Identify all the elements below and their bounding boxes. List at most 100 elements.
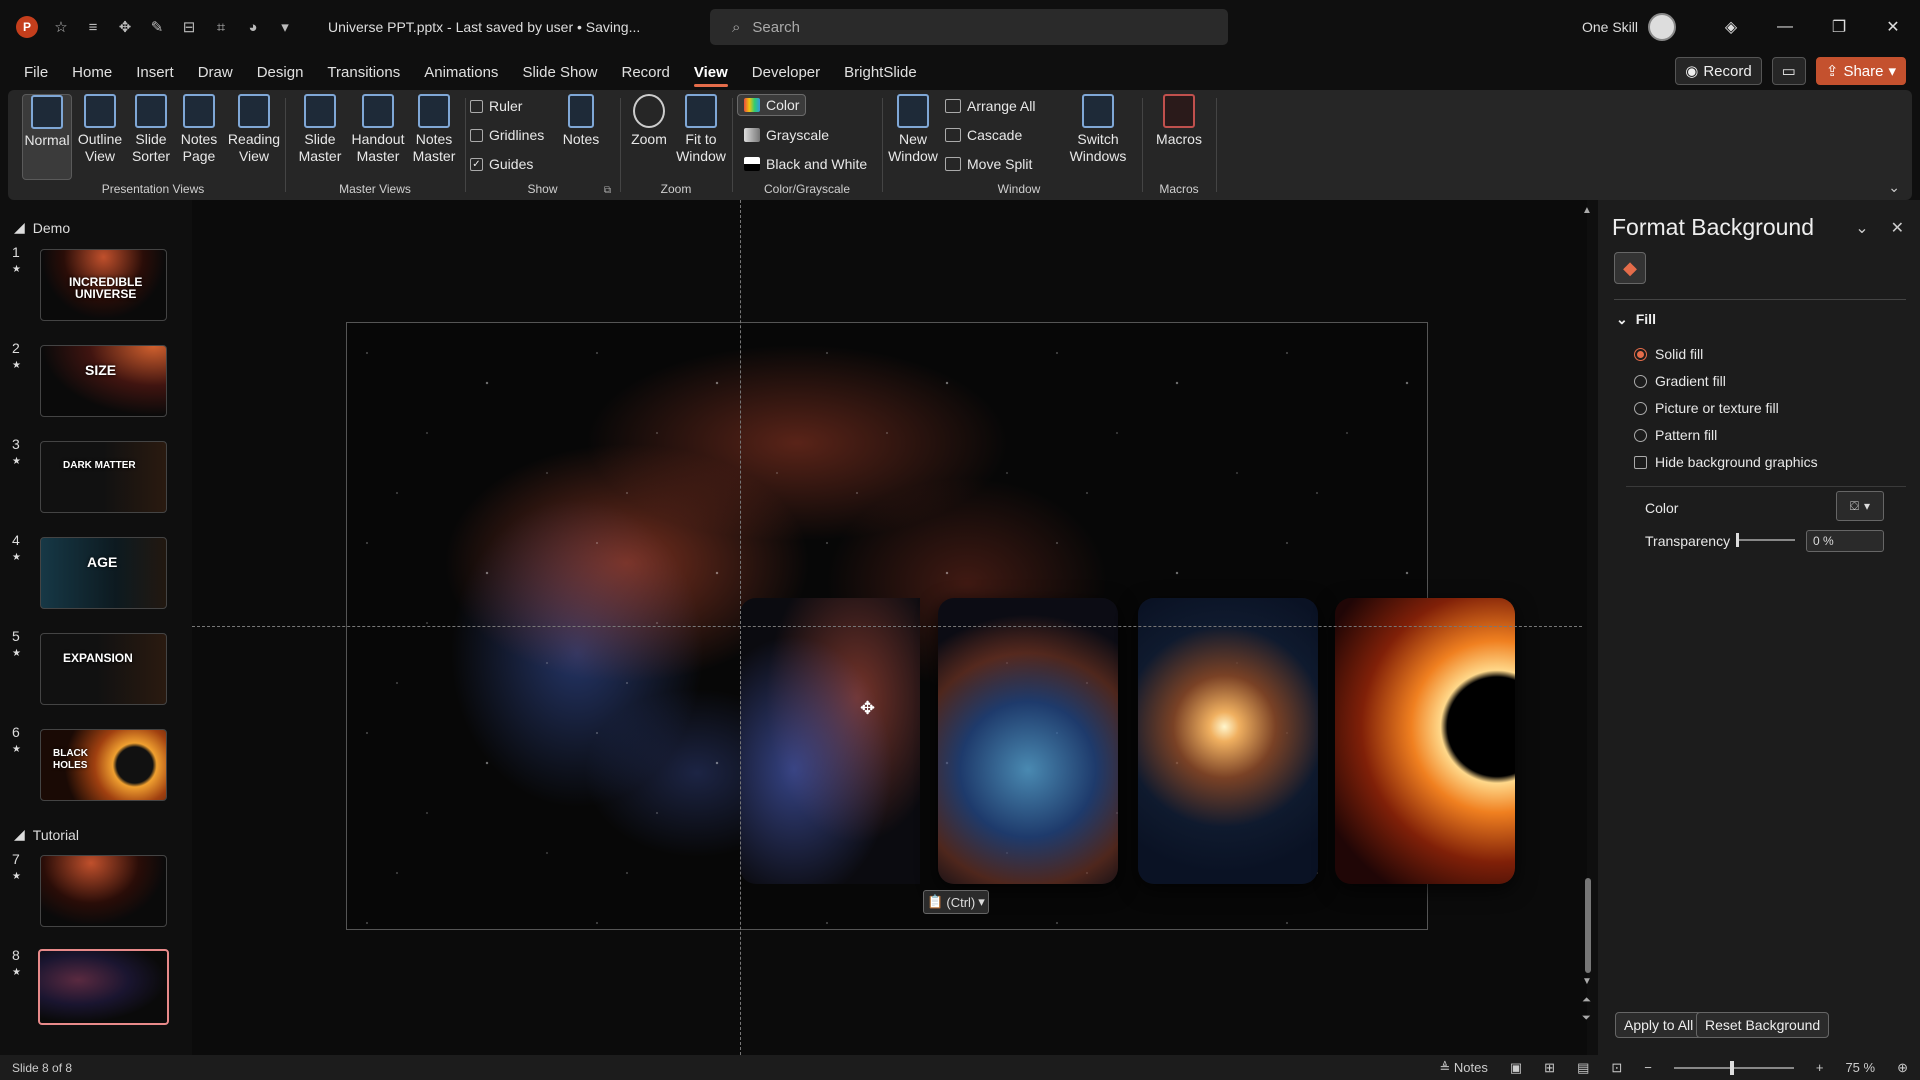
- fit-to-window-button[interactable]: Fit to Window: [673, 94, 729, 165]
- vertical-guide[interactable]: [740, 200, 741, 1055]
- outline-view-button[interactable]: Outline View: [76, 94, 124, 165]
- color-picker-dropdown[interactable]: ⛋ ▾: [1836, 491, 1884, 521]
- notes-master-button[interactable]: Notes Master: [408, 94, 460, 165]
- black-and-white-button[interactable]: Black and White: [744, 156, 867, 172]
- slide-thumbnail[interactable]: DARK MATTER: [40, 441, 167, 513]
- customize-qat-icon[interactable]: ▾: [276, 18, 294, 36]
- transparency-slider[interactable]: [1737, 539, 1795, 541]
- tab-record[interactable]: Record: [609, 54, 681, 90]
- shapes-icon[interactable]: ◕: [244, 18, 262, 36]
- reset-background-button[interactable]: Reset Background: [1696, 1012, 1830, 1038]
- avatar[interactable]: [1648, 13, 1676, 41]
- scrollbar-thumb[interactable]: [1585, 878, 1591, 973]
- new-window-button[interactable]: New Window: [887, 94, 939, 165]
- reading-view-icon[interactable]: ▤: [1577, 1060, 1589, 1076]
- slide-thumbnail[interactable]: EXPANSION: [40, 633, 167, 705]
- reading-view-button[interactable]: Reading View: [226, 94, 282, 165]
- slider-knob[interactable]: [1736, 533, 1739, 547]
- move-icon[interactable]: ✥: [116, 18, 134, 36]
- zoom-button[interactable]: Zoom: [627, 94, 671, 148]
- fill-section-header[interactable]: ⌄ Fill: [1616, 311, 1656, 328]
- slide-thumbnail[interactable]: INCREDIBLE UNIVERSE: [40, 249, 167, 321]
- tab-transitions[interactable]: Transitions: [315, 54, 412, 90]
- tab-file[interactable]: File: [12, 54, 60, 90]
- diamond-icon[interactable]: ◈: [1704, 0, 1758, 54]
- fit-slide-icon[interactable]: ⊕: [1897, 1060, 1908, 1076]
- section-header-demo[interactable]: ◢ Demo: [14, 219, 70, 236]
- tab-developer[interactable]: Developer: [740, 54, 832, 90]
- black-hole-image[interactable]: [1335, 598, 1515, 884]
- slideshow-icon[interactable]: ⊡: [1611, 1060, 1622, 1076]
- apply-to-all-button[interactable]: Apply to All: [1615, 1012, 1703, 1038]
- slide-thumbnail[interactable]: BLACK HOLES: [40, 729, 167, 801]
- zoom-level[interactable]: 75 %: [1845, 1060, 1875, 1075]
- list-icon[interactable]: ≡: [84, 18, 102, 36]
- move-split-button[interactable]: Move Split: [945, 156, 1032, 172]
- normal-view-icon[interactable]: ▣: [1510, 1060, 1522, 1076]
- ruler-checkbox[interactable]: Ruler: [470, 98, 522, 114]
- galaxy-image[interactable]: [1138, 598, 1318, 884]
- scroll-down-icon[interactable]: ▼: [1582, 976, 1592, 987]
- zoom-out-icon[interactable]: −: [1644, 1060, 1652, 1075]
- collapse-ribbon-icon[interactable]: ⌄: [1888, 179, 1900, 196]
- user-name[interactable]: One Skill: [1582, 19, 1638, 35]
- maximize-button[interactable]: ❐: [1812, 0, 1866, 54]
- dialog-launcher-icon[interactable]: ⧉: [604, 185, 611, 196]
- close-icon[interactable]: ✕: [1891, 218, 1904, 238]
- notes-toggle[interactable]: ≜ Notes: [1439, 1060, 1487, 1076]
- section-header-tutorial[interactable]: ◢ Tutorial: [14, 826, 79, 843]
- gridlines-checkbox[interactable]: Gridlines: [470, 127, 544, 143]
- normal-view-button[interactable]: Normal: [22, 94, 72, 180]
- pen-icon[interactable]: ✎: [148, 18, 166, 36]
- macros-button[interactable]: Macros: [1151, 94, 1207, 148]
- tab-animations[interactable]: Animations: [412, 54, 510, 90]
- slide-thumbnail[interactable]: [40, 855, 167, 927]
- tab-insert[interactable]: Insert: [124, 54, 186, 90]
- tab-draw[interactable]: Draw: [186, 54, 245, 90]
- pattern-fill-radio[interactable]: Pattern fill: [1634, 427, 1717, 443]
- align-icon[interactable]: ⊟: [180, 18, 198, 36]
- color-button[interactable]: Color: [737, 94, 807, 116]
- handout-master-button[interactable]: Handout Master: [350, 94, 406, 165]
- minimize-button[interactable]: —: [1758, 0, 1812, 54]
- slide-sorter-icon[interactable]: ⊞: [1544, 1060, 1555, 1076]
- tab-slide-show[interactable]: Slide Show: [510, 54, 609, 90]
- grayscale-button[interactable]: Grayscale: [744, 127, 829, 143]
- picture-texture-fill-radio[interactable]: Picture or texture fill: [1634, 400, 1779, 416]
- transparency-input[interactable]: 0 %: [1806, 530, 1884, 552]
- autosave-icon[interactable]: ☆: [52, 18, 70, 36]
- paste-options-button[interactable]: 📋 (Ctrl) ▾: [923, 890, 989, 914]
- chevron-down-icon[interactable]: ⌄: [1855, 218, 1868, 238]
- slide-thumbnail[interactable]: AGE: [40, 537, 167, 609]
- gradient-fill-radio[interactable]: Gradient fill: [1634, 373, 1726, 389]
- tab-brightslide[interactable]: BrightSlide: [832, 54, 929, 90]
- slide-thumbnail[interactable]: SIZE: [40, 345, 167, 417]
- comments-button[interactable]: ▭: [1771, 57, 1806, 85]
- cascade-button[interactable]: Cascade: [945, 127, 1022, 143]
- switch-windows-button[interactable]: Switch Windows: [1063, 94, 1133, 165]
- notes-button[interactable]: Notes: [560, 94, 602, 148]
- slide-sorter-button[interactable]: Slide Sorter: [128, 94, 174, 165]
- slide-thumbnail-selected[interactable]: [38, 949, 169, 1025]
- document-title[interactable]: Universe PPT.pptx - Last saved by user •…: [328, 19, 640, 35]
- fill-tab-button[interactable]: ◆: [1614, 252, 1646, 284]
- scroll-up-icon[interactable]: ▲: [1582, 205, 1592, 216]
- tab-home[interactable]: Home: [60, 54, 124, 90]
- guides-checkbox[interactable]: ✓ Guides: [470, 156, 533, 172]
- slide-master-button[interactable]: Slide Master: [294, 94, 346, 165]
- zoom-slider[interactable]: [1673, 1060, 1794, 1075]
- horizontal-guide[interactable]: [192, 626, 1582, 627]
- tab-view[interactable]: View: [682, 54, 740, 90]
- tab-design[interactable]: Design: [245, 54, 316, 90]
- record-button[interactable]: ◉ Record: [1675, 57, 1762, 85]
- arrange-all-button[interactable]: Arrange All: [945, 98, 1035, 114]
- solid-fill-radio[interactable]: Solid fill: [1634, 346, 1703, 362]
- crop-icon[interactable]: ⌗: [212, 18, 230, 36]
- close-button[interactable]: ✕: [1866, 0, 1920, 54]
- zoom-in-icon[interactable]: +: [1816, 1060, 1824, 1075]
- next-slide-icon[interactable]: ⏷: [1582, 1012, 1591, 1025]
- share-button[interactable]: ⇪ Share ▾: [1815, 57, 1906, 85]
- hide-background-graphics-checkbox[interactable]: Hide background graphics: [1634, 454, 1818, 470]
- bubble-nebula-image[interactable]: [938, 598, 1118, 884]
- previous-slide-icon[interactable]: ⏶: [1582, 994, 1591, 1007]
